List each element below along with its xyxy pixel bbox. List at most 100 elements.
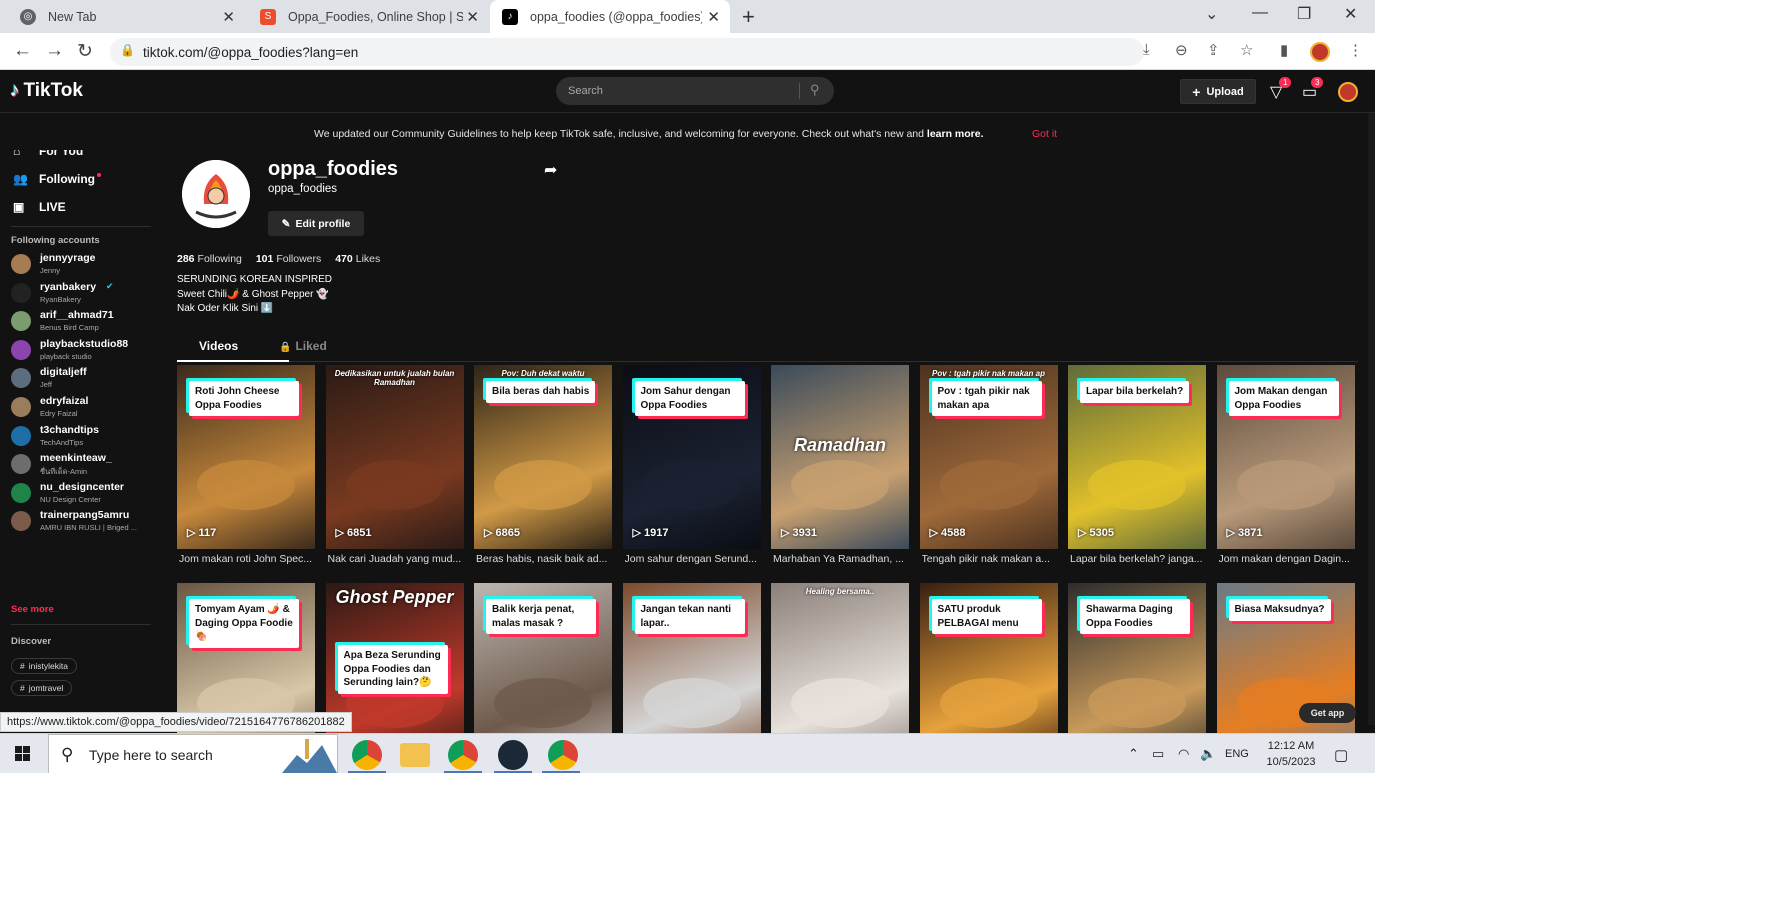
share-page-icon[interactable]: ⇪	[1207, 41, 1220, 59]
video-description[interactable]: Jom sahur dengan Serund...	[625, 553, 761, 565]
volume-icon[interactable]: 🔈	[1200, 746, 1216, 762]
video-thumbnail[interactable]: Pov : tgah pikir nak makan ap Pov : tgah …	[919, 365, 1058, 549]
play-count: ▷ 6851	[336, 526, 372, 539]
video-description[interactable]: Jom makan dengan Dagin...	[1219, 553, 1355, 565]
following-account[interactable]: t3chandtips TechAndTips	[11, 422, 156, 450]
following-stat[interactable]: 286 Following	[177, 253, 242, 265]
language-indicator[interactable]: ENG	[1225, 748, 1249, 760]
tab-liked[interactable]: 🔒 Liked	[279, 339, 327, 353]
back-icon[interactable]: ←	[13, 40, 32, 62]
user-avatar[interactable]	[1338, 82, 1358, 102]
chrome-taskbar-icon[interactable]	[548, 740, 578, 770]
video-caption: Roti John Cheese Oppa Foodies	[189, 381, 299, 416]
page-scrollbar[interactable]	[1368, 113, 1375, 725]
sidebar-item-following[interactable]: 👥 Following	[13, 172, 101, 186]
following-account[interactable]: meenkinteaw_ ชื่นทีเด็ด-Amin	[11, 450, 156, 478]
wifi-icon[interactable]: ◠	[1178, 746, 1189, 762]
close-window-icon[interactable]: ✕	[1344, 4, 1357, 24]
following-account[interactable]: ryanbakery ✔ RyanBakery	[11, 279, 156, 307]
omnibox[interactable]: 🔒 tiktok.com/@oppa_foodies?lang=en	[110, 38, 1144, 66]
play-icon: ▷	[929, 527, 942, 539]
edit-profile-button[interactable]: ✎ Edit profile	[268, 211, 364, 236]
taskbar-search-placeholder: Type here to search	[89, 747, 213, 763]
chrome-taskbar-icon[interactable]	[448, 740, 478, 770]
following-heading: Following accounts	[11, 235, 100, 246]
close-icon[interactable]: ✕	[222, 8, 235, 26]
oppa-foodies-logo	[182, 160, 250, 228]
inbox-badge: 1	[1279, 77, 1292, 88]
reload-icon[interactable]: ↻	[77, 40, 93, 63]
upload-button[interactable]: + Upload	[1180, 79, 1256, 104]
following-account[interactable]: jennyyrage Jenny	[11, 250, 156, 278]
following-account[interactable]: trainerpang5amru AMRU IBN RUSLI | Briged …	[11, 507, 156, 535]
close-icon[interactable]: ✕	[707, 8, 720, 26]
sidebar-item-for-you[interactable]: ⌂ For You	[13, 150, 83, 158]
following-account[interactable]: digitaljeff Jeff	[11, 364, 156, 392]
video-thumbnail[interactable]: Jom Makan dengan Oppa Foodies ▷ 3871	[1216, 365, 1355, 549]
messages-icon[interactable]: ▭ 3	[1302, 77, 1324, 102]
discover-tag[interactable]: # inistylekita	[11, 658, 77, 674]
video-description[interactable]: Lapar bila berkelah? janga...	[1070, 553, 1206, 565]
video-description[interactable]: Jom makan roti John Spec...	[179, 553, 315, 565]
steam-icon[interactable]	[498, 740, 528, 770]
sidebar-item-live[interactable]: ▣ LIVE	[13, 200, 66, 214]
profile-picture[interactable]	[182, 160, 250, 228]
tab-search-icon[interactable]: ⌄	[1205, 4, 1218, 24]
following-account[interactable]: nu_designcenter NU Design Center	[11, 479, 156, 507]
video-thumbnail[interactable]: Dedikasikan untuk jualah bulan Ramadhan ▷…	[325, 365, 464, 549]
profile-avatar[interactable]	[1310, 42, 1330, 62]
search-icon[interactable]: ⚲	[810, 82, 820, 98]
following-account[interactable]: edryfaizal Edry Faizal	[11, 393, 156, 421]
forward-icon[interactable]: →	[45, 40, 64, 62]
minimize-icon[interactable]: —	[1252, 4, 1268, 22]
chrome-taskbar-icon[interactable]	[352, 740, 382, 770]
file-explorer-icon[interactable]	[400, 743, 430, 767]
following-account[interactable]: playbackstudio88 playback studio	[11, 336, 156, 364]
lock-icon[interactable]: 🔒	[120, 43, 135, 57]
followers-count: 101	[255, 253, 274, 265]
learn-more-link[interactable]: learn more.	[927, 128, 984, 140]
video-thumbnail[interactable]: Pov: Duh dekat waktu Bila beras dah habis…	[474, 365, 612, 549]
tab-title: New Tab	[48, 9, 97, 24]
inbox-filter-icon[interactable]: ▽ 1	[1270, 77, 1292, 102]
notifications-icon[interactable]: ▢	[1334, 746, 1348, 764]
get-app-button[interactable]: Get app	[1299, 703, 1356, 723]
tray-chevron-icon[interactable]: ⌃	[1128, 746, 1139, 762]
got-it-button[interactable]: Got it	[1032, 128, 1057, 140]
side-panel-icon[interactable]: ▮	[1280, 41, 1288, 59]
new-tab-icon[interactable]: +	[742, 4, 755, 30]
video-thumbnail[interactable]: Roti John Cheese Oppa Foodies ▷ 117	[177, 365, 315, 549]
video-thumbnail[interactable]: Ramadhan ▷ 3931	[771, 365, 909, 549]
menu-dots-icon[interactable]: ⋮	[1348, 41, 1363, 59]
taskbar-clock[interactable]: 12:12 AM 10/5/2023	[1262, 738, 1320, 770]
windows-start-icon[interactable]	[15, 746, 33, 762]
taskbar-search[interactable]: ⚲ Type here to search	[48, 734, 338, 773]
battery-icon[interactable]: ▭	[1152, 746, 1164, 762]
bio-link[interactable]: Nak Oder Klik Sini ⬇️	[177, 303, 273, 314]
tab-new-tab[interactable]: ◎ New Tab ✕	[0, 0, 245, 33]
video-description[interactable]: Beras habis, nasik baik ad...	[476, 553, 612, 565]
followers-stat[interactable]: 101 Followers	[256, 253, 321, 265]
close-icon[interactable]: ✕	[466, 8, 479, 26]
tiktok-logo[interactable]: ♪ TikTok	[10, 80, 83, 102]
search-input[interactable]	[568, 82, 788, 100]
tab-videos[interactable]: Videos	[199, 339, 238, 353]
new-dot	[97, 173, 101, 177]
video-description[interactable]: Marhaban Ya Ramadhan, ...	[773, 553, 909, 565]
see-more-link[interactable]: See more	[11, 604, 54, 615]
bookmark-star-icon[interactable]: ☆	[1240, 41, 1253, 59]
tab-tiktok[interactable]: ♪ oppa_foodies (@oppa_foodies) | TikTok …	[490, 0, 730, 33]
share-icon[interactable]: ➦	[544, 160, 557, 180]
video-description[interactable]: Tengah pikir nak makan a...	[922, 553, 1058, 565]
install-icon[interactable]: ⤓	[1143, 41, 1150, 58]
discover-tag[interactable]: # jomtravel	[11, 680, 73, 696]
maximize-icon[interactable]: ❐	[1297, 4, 1311, 24]
tab-shopee[interactable]: S Oppa_Foodies, Online Shop | Shopee ✕	[246, 0, 489, 33]
video-thumbnail[interactable]: Jom Sahur dengan Oppa Foodies ▷ 1917	[622, 365, 761, 549]
play-count: ▷ 1917	[633, 526, 669, 539]
video-thumbnail[interactable]: Lapar bila berkelah? ▷ 5305	[1068, 365, 1206, 549]
video-description[interactable]: Nak cari Juadah yang mud...	[328, 553, 464, 565]
lock-icon: 🔒	[279, 342, 292, 353]
zoom-icon[interactable]: ⊖	[1175, 41, 1188, 59]
following-account[interactable]: arif__ahmad71 Benus Bird Camp	[11, 307, 156, 335]
